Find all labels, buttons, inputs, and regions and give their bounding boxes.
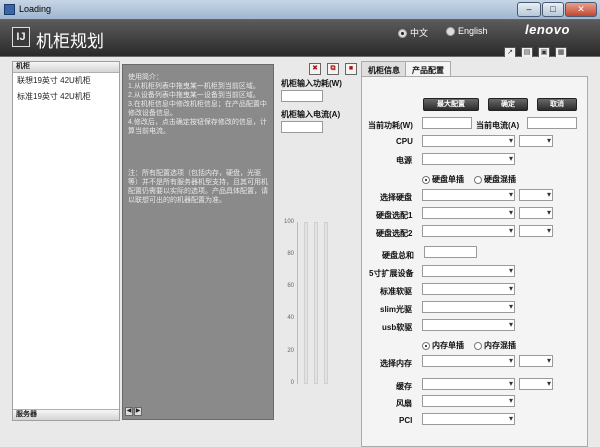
usb-odd-label: usb软驱: [382, 323, 413, 332]
select-mem-qty-select[interactable]: [519, 355, 553, 367]
lang-zh-option[interactable]: 中文: [398, 26, 428, 39]
scroll-left-icon[interactable]: ◀: [125, 407, 133, 416]
fan-label: 风扇: [396, 399, 412, 408]
tab-cabinet-info[interactable]: 机柜信息: [361, 61, 407, 77]
cpu-label: CPU: [396, 137, 413, 146]
hdd-option2-label: 硬盘选配2: [376, 229, 413, 238]
power-chart-axis: [297, 222, 298, 384]
cache-label: 缓存: [396, 382, 412, 391]
radio-icon[interactable]: [398, 29, 407, 39]
current-power-label: 当前功耗(W): [368, 121, 413, 130]
maximize-button[interactable]: □: [542, 2, 564, 17]
mem-mixed-option[interactable]: 内存混插: [474, 340, 516, 351]
tick-label: 80: [287, 251, 294, 257]
std-odd-select[interactable]: [422, 283, 515, 295]
slim-odd-label: slim光驱: [380, 305, 413, 314]
cache-select[interactable]: [422, 378, 515, 390]
hdd-total-field: [424, 246, 477, 258]
hdd-single-label: 硬盘单插: [432, 175, 464, 184]
usage-intro: 使用简介： 1.从机柜列表中拖曳某一机柜到当前区域。 2.从设备列表中拖曳某一设…: [128, 74, 267, 135]
current-amp-label: 当前电流(A): [476, 121, 520, 130]
current-power-field: [422, 117, 472, 129]
usage-note: 注：所有配置选项（包括内存，硬盘，光驱等）并不是所有服务器机型支持，且其可用机配…: [128, 170, 268, 204]
radio-icon[interactable]: [422, 341, 430, 350]
select-hdd-select[interactable]: [422, 189, 515, 201]
tick-label: 100: [283, 219, 294, 225]
hdd-option1-select[interactable]: [422, 207, 515, 219]
mem-mixed-label: 内存混插: [484, 341, 516, 350]
tick-label: 0: [290, 380, 294, 386]
minimize-button[interactable]: –: [517, 2, 541, 17]
bay525-label: 5寸扩展设备: [369, 269, 414, 278]
power-bar: [314, 222, 318, 384]
cabinet-power-label: 机柜输入功耗(W): [281, 79, 342, 88]
cabinet-current-label: 机柜输入电流(A): [281, 110, 341, 119]
cpu-qty-select[interactable]: [519, 135, 553, 147]
window-titlebar: Loading – □ ✕: [0, 0, 600, 20]
delete-icon[interactable]: ✖: [309, 63, 321, 75]
ok-button[interactable]: 确定: [488, 98, 528, 111]
power-bar: [304, 222, 308, 384]
cabinet-power-field: [281, 90, 323, 102]
radio-icon[interactable]: [474, 175, 482, 184]
select-mem-label: 选择内存: [380, 359, 412, 368]
hdd-single-option[interactable]: 硬盘单插: [422, 174, 464, 185]
list-item[interactable]: 标准19英寸 42U机柜: [13, 89, 119, 105]
max-config-button[interactable]: 最大配置: [423, 98, 479, 111]
mem-single-label: 内存单插: [432, 341, 464, 350]
app-title: 机柜规划: [36, 32, 104, 52]
pci-label: PCI: [399, 416, 413, 425]
window-title: Loading: [19, 4, 52, 14]
hdd-total-label: 硬盘总和: [382, 251, 414, 260]
hdd-option1-label: 硬盘选配1: [376, 211, 413, 220]
power-bar: [324, 222, 328, 384]
tab-product-config[interactable]: 产品配置: [405, 61, 451, 77]
cache-qty-select[interactable]: [519, 378, 553, 390]
select-hdd-qty-select[interactable]: [519, 189, 553, 201]
current-amp-field: [527, 117, 577, 129]
brand-logo: lenovo: [525, 22, 570, 37]
pci-select[interactable]: [422, 413, 515, 425]
tick-label: 60: [287, 283, 294, 289]
hdd-option2-qty-select[interactable]: [519, 225, 553, 237]
radio-icon[interactable]: [446, 27, 455, 37]
stop-icon[interactable]: ■: [345, 63, 357, 75]
slim-odd-select[interactable]: [422, 301, 515, 313]
copy-icon[interactable]: ⧉: [327, 63, 339, 75]
radio-icon[interactable]: [422, 175, 430, 184]
lang-en-option[interactable]: English: [446, 26, 488, 37]
mem-single-option[interactable]: 内存单插: [422, 340, 464, 351]
cabinet-list-header[interactable]: 机柜: [13, 62, 119, 73]
select-hdd-label: 选择硬盘: [380, 193, 412, 202]
cabinet-current-field: [281, 121, 323, 133]
lang-zh-label: 中文: [410, 28, 429, 38]
std-odd-label: 标准软驱: [380, 287, 412, 296]
usb-odd-select[interactable]: [422, 319, 515, 331]
scroll-right-icon[interactable]: ▶: [134, 407, 142, 416]
tick-label: 40: [287, 315, 294, 321]
app-icon: [4, 4, 15, 15]
hdd-mixed-option[interactable]: 硬盘混插: [474, 174, 516, 185]
hdd-mixed-label: 硬盘混插: [484, 175, 516, 184]
bay525-select[interactable]: [422, 265, 515, 277]
cabinet-list: 机柜 联想19英寸 42U机柜 标准19英寸 42U机柜 服务器: [12, 61, 120, 421]
lang-en-label: English: [458, 26, 488, 36]
psu-label: 电源: [396, 156, 412, 165]
app-logo: IJ: [12, 27, 30, 47]
select-mem-select[interactable]: [422, 355, 515, 367]
psu-select[interactable]: [422, 153, 515, 165]
cpu-select[interactable]: [422, 135, 515, 147]
hdd-option1-qty-select[interactable]: [519, 207, 553, 219]
fan-select[interactable]: [422, 395, 515, 407]
cabinet-canvas[interactable]: 使用简介： 1.从机柜列表中拖曳某一机柜到当前区域。 2.从设备列表中拖曳某一设…: [122, 64, 274, 420]
list-item[interactable]: 联想19英寸 42U机柜: [13, 73, 119, 89]
server-list-header[interactable]: 服务器: [13, 409, 119, 420]
tick-label: 20: [287, 348, 294, 354]
hdd-option2-select[interactable]: [422, 225, 515, 237]
radio-icon[interactable]: [474, 341, 482, 350]
close-button[interactable]: ✕: [565, 2, 597, 17]
cancel-button[interactable]: 取消: [537, 98, 577, 111]
